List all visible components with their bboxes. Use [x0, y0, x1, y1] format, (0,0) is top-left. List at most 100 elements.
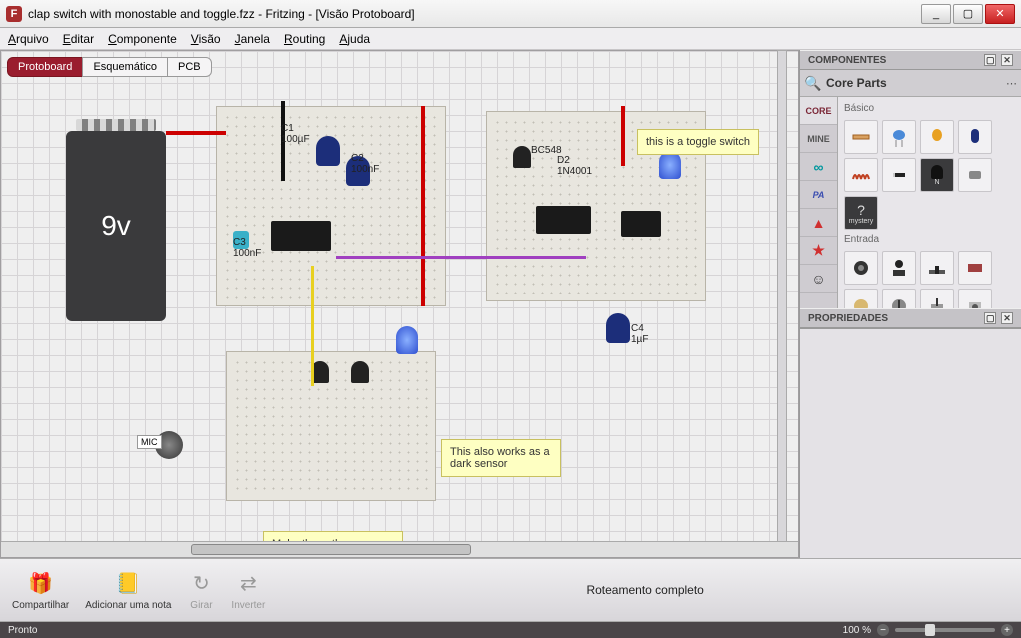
- invert-button[interactable]: ⇄ Inverter: [231, 570, 265, 611]
- part-capacitor-c4[interactable]: [606, 313, 630, 343]
- menu-editar[interactable]: Editar: [63, 32, 94, 46]
- wire-yellow-1[interactable]: [311, 266, 314, 386]
- canvas-v-scrollbar[interactable]: [777, 50, 787, 542]
- part-ceramic-cap[interactable]: [882, 120, 916, 154]
- maximize-button[interactable]: ▢: [953, 4, 983, 24]
- zoom-slider-knob[interactable]: [925, 624, 935, 636]
- part-pushbutton[interactable]: [958, 289, 992, 308]
- label-c4: C41µF: [631, 323, 648, 345]
- cat-pa[interactable]: PA: [800, 181, 837, 209]
- close-button[interactable]: ✕: [985, 4, 1015, 24]
- gift-icon: 🎁: [27, 570, 55, 598]
- part-tantalum-cap[interactable]: [920, 120, 954, 154]
- parts-body: CORE MINE ∞ PA ▲ ★ ☺ Básico: [800, 97, 1021, 308]
- window-controls: _ ▢ ✕: [919, 4, 1015, 24]
- flip-icon: ⇄: [234, 570, 262, 598]
- part-toggle-switch[interactable]: [920, 289, 954, 308]
- tab-schematic[interactable]: Esquemático: [82, 57, 168, 77]
- search-icon[interactable]: 🔍: [804, 74, 822, 92]
- tab-pcb[interactable]: PCB: [167, 57, 212, 77]
- zoom-slider[interactable]: [895, 628, 995, 632]
- zoom-controls: 100 % − +: [843, 624, 1013, 636]
- canvas-h-scrollbar[interactable]: [1, 541, 798, 557]
- menu-arquivo[interactable]: Arquivo: [8, 32, 49, 46]
- rotate-icon: ↻: [187, 570, 215, 598]
- note-dark-sensor[interactable]: This also works as a dark sensor: [441, 439, 561, 477]
- part-battery-9v[interactable]: 9v: [66, 131, 166, 321]
- cat-mine[interactable]: MINE: [800, 125, 837, 153]
- rotate-button[interactable]: ↻ Girar: [187, 570, 215, 611]
- part-breadboard-3[interactable]: [226, 351, 436, 501]
- right-panel: COMPONENTES ▢ ✕ 🔍 Core Parts ⋯ CORE MINE…: [799, 50, 1021, 558]
- menu-componente[interactable]: Componente: [108, 32, 177, 46]
- components-title: COMPONENTES: [808, 55, 886, 66]
- part-ic-1[interactable]: [271, 221, 331, 251]
- zoom-out-button[interactable]: −: [877, 624, 889, 636]
- part-trim-pot[interactable]: [882, 289, 916, 308]
- cat-core[interactable]: CORE: [800, 97, 837, 125]
- parts-grid[interactable]: Básico N ?mystery Entrada: [838, 97, 1021, 308]
- part-led-2[interactable]: [396, 326, 418, 354]
- parts-section-input: Entrada: [842, 232, 1017, 249]
- wire-red-3[interactable]: [621, 106, 625, 166]
- cat-arduino-icon[interactable]: ∞: [800, 153, 837, 181]
- menu-janela[interactable]: Janela: [235, 32, 270, 46]
- cat-user-icon[interactable]: ☺: [800, 265, 837, 293]
- parts-search-bar: 🔍 Core Parts ⋯: [800, 70, 1021, 97]
- part-led-1[interactable]: [659, 151, 681, 179]
- add-note-button[interactable]: 📒 Adicionar uma nota: [85, 570, 171, 611]
- cat-contrib-icon[interactable]: ★: [800, 237, 837, 265]
- part-rotary-encoder[interactable]: [844, 289, 878, 308]
- part-transistor-bc548[interactable]: [513, 146, 531, 168]
- properties-title: PROPRIEDADES: [808, 313, 888, 324]
- app-icon: F: [6, 6, 22, 22]
- zoom-in-button[interactable]: +: [1001, 624, 1013, 636]
- menu-visao[interactable]: Visão: [191, 32, 221, 46]
- part-joystick[interactable]: [882, 251, 916, 285]
- part-inductor[interactable]: [844, 158, 878, 192]
- parts-library-name: Core Parts: [822, 76, 1006, 90]
- minimize-button[interactable]: _: [921, 4, 951, 24]
- part-ic-2[interactable]: [536, 206, 591, 234]
- parts-menu-icon[interactable]: ⋯: [1006, 77, 1017, 90]
- part-potentiometer[interactable]: [844, 251, 878, 285]
- part-diode[interactable]: [882, 158, 916, 192]
- part-microphone[interactable]: MIC: [149, 431, 183, 459]
- bottom-toolbar: 🎁 Compartilhar 📒 Adicionar uma nota ↻ Gi…: [0, 558, 1021, 622]
- main-area: Protoboard Esquemático PCB 9v: [0, 50, 1021, 558]
- label-c2: C2100nF: [351, 153, 379, 175]
- part-crystal[interactable]: [958, 158, 992, 192]
- properties-body: [800, 328, 1021, 558]
- canvas-wrapper: Protoboard Esquemático PCB 9v: [0, 50, 799, 558]
- share-button[interactable]: 🎁 Compartilhar: [12, 570, 69, 611]
- tab-protoboard[interactable]: Protoboard: [7, 57, 83, 77]
- panel-close-icon[interactable]: ✕: [1001, 54, 1013, 66]
- part-electrolytic-cap[interactable]: [958, 120, 992, 154]
- props-close-icon[interactable]: ✕: [1001, 312, 1013, 324]
- statusbar: Pronto 100 % − +: [0, 622, 1021, 638]
- menu-routing[interactable]: Routing: [284, 32, 325, 46]
- cat-sparkfun-icon[interactable]: ▲: [800, 209, 837, 237]
- part-capacitor-c1[interactable]: [316, 136, 340, 166]
- parts-categories: CORE MINE ∞ PA ▲ ★ ☺: [800, 97, 838, 308]
- panel-collapse-icon[interactable]: ▢: [984, 54, 996, 66]
- part-transistor-3[interactable]: [351, 361, 369, 383]
- part-mystery[interactable]: ?mystery: [844, 196, 878, 230]
- note-toggle[interactable]: this is a toggle switch: [637, 129, 759, 155]
- part-slider[interactable]: [920, 251, 954, 285]
- menu-ajuda[interactable]: Ajuda: [339, 32, 370, 46]
- part-transistor-npn[interactable]: N: [920, 158, 954, 192]
- part-resistor[interactable]: [844, 120, 878, 154]
- wire-red-2[interactable]: [421, 106, 425, 306]
- part-dip-switch[interactable]: [958, 251, 992, 285]
- menubar: Arquivo Editar Componente Visão Janela R…: [0, 28, 1021, 50]
- breadboard-canvas[interactable]: Protoboard Esquemático PCB 9v: [1, 51, 798, 557]
- battery-label: 9v: [101, 210, 131, 242]
- properties-panel-header: PROPRIEDADES ▢ ✕: [800, 308, 1021, 328]
- scrollbar-thumb[interactable]: [191, 544, 471, 555]
- wire-red-1[interactable]: [166, 131, 226, 135]
- wire-purple-1[interactable]: [336, 256, 586, 259]
- part-ic-3[interactable]: [621, 211, 661, 237]
- parts-section-basic: Básico: [842, 101, 1017, 118]
- props-collapse-icon[interactable]: ▢: [984, 312, 996, 324]
